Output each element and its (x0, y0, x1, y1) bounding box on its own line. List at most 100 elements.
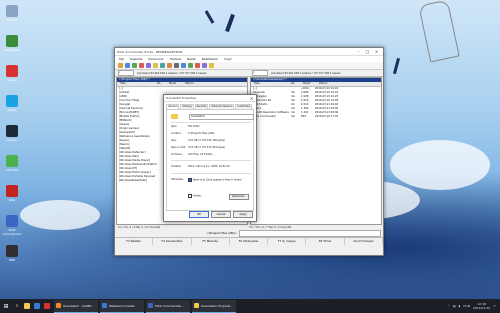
app-icon (24, 303, 30, 309)
toolbar-icon[interactable] (160, 63, 165, 68)
toolbar-icon[interactable] (153, 63, 158, 68)
open-tasks: Overwatch - GAME... Weblead.hu/addi... Tot… (52, 299, 236, 313)
desktop-icon[interactable]: uTorrent (0, 155, 24, 172)
clock[interactable]: 12:18 2016.03.26 (473, 302, 490, 310)
function-key-button[interactable]: F5 Másolás (192, 238, 230, 245)
col-ext[interactable]: Kit. (155, 82, 167, 86)
desktop-icon[interactable]: Skype (0, 95, 24, 112)
minimize-icon[interactable]: – (354, 49, 363, 54)
file-row[interactable]: Total Commander lnk 859 2016.03.16 17:35 (251, 115, 381, 119)
pinned-app[interactable] (32, 299, 42, 313)
desktop-icon[interactable]: Opera (0, 65, 24, 82)
function-key-button[interactable]: Alt+F4 Kilépés (345, 238, 383, 245)
desktop-icon-label: Steam (7, 138, 17, 142)
desktop-icon[interactable]: Lomtár (0, 5, 24, 22)
taskbar-task[interactable]: Weblead.hu/addi... (100, 299, 144, 313)
dialog-title-bar[interactable]: Overwatch Properties × (164, 95, 256, 102)
toolbar-icon[interactable] (146, 63, 151, 68)
desktop-icon[interactable]: Total Commander (0, 215, 24, 236)
left-drive-select[interactable]: c (118, 70, 134, 76)
function-key-button[interactable]: F4 Szerkesztés (153, 238, 192, 245)
start-button[interactable]: ⊞ (0, 299, 12, 313)
toolbar-icon[interactable] (202, 63, 207, 68)
network-icon[interactable]: ▤ (453, 304, 456, 308)
volume-icon[interactable]: ◖ (459, 304, 461, 308)
desktop-icon-label: Skype (7, 108, 17, 112)
app-icon (6, 245, 18, 257)
read-only-checkbox[interactable] (188, 178, 192, 182)
toolbar-icon[interactable] (174, 63, 179, 68)
app-icon (44, 303, 50, 309)
app-icon (148, 303, 153, 308)
taskbar-task[interactable]: Overwatch Properti... (192, 299, 236, 313)
title-bar[interactable]: Total Commander 8.51a - NEMREGISZTRÁLT –… (115, 48, 383, 56)
toolbar-icon[interactable] (195, 63, 200, 68)
wallpaper-cloud (390, 140, 490, 190)
dialog-title: Overwatch Properties (166, 96, 197, 100)
col-size[interactable]: Méret (301, 82, 317, 86)
toolbar-icon[interactable] (139, 63, 144, 68)
close-icon[interactable]: × (372, 49, 381, 54)
desktop-icon[interactable]: Rizs (0, 185, 24, 202)
col-date[interactable]: Dátum (183, 82, 193, 86)
menu-item[interactable]: Nézet (187, 57, 196, 61)
menu-item[interactable]: Kijelölés (130, 57, 142, 61)
col-name[interactable]: ↑Név (117, 82, 155, 86)
properties-dialog[interactable]: Overwatch Properties × General Sharing Sec… (163, 94, 257, 222)
system-tray: ⌃ ▤ ◖ HUN 12:18 2016.03.26 ▭ (447, 302, 500, 310)
toolbar (115, 62, 383, 70)
pinned-app[interactable] (22, 299, 32, 313)
toolbar-icon[interactable] (209, 63, 214, 68)
pinned-app[interactable] (42, 299, 52, 313)
function-key-button[interactable]: F3 Nézőke (115, 238, 154, 245)
toolbar-icon[interactable] (132, 63, 137, 68)
function-key-button[interactable]: F7 Új mappa (268, 238, 307, 245)
taskbar-task[interactable]: Total Commander ... (146, 299, 190, 313)
desktop-icon-label: OBS (8, 258, 16, 262)
taskbar-task-label: Weblead.hu/addi... (109, 303, 138, 308)
advanced-button[interactable]: Advanced... (229, 194, 249, 200)
attributes-row: Attributes: Read-only (Only applies to f… (171, 178, 255, 182)
col-name[interactable]: ↑Név (251, 82, 289, 86)
pinned-apps (22, 299, 52, 313)
maximize-icon[interactable]: □ (363, 49, 372, 54)
toolbar-icon[interactable] (167, 63, 172, 68)
size-on-disk-row: Size on disk: 3,53 GB (3 797 479 424 byt… (171, 146, 255, 149)
desktop-icon[interactable]: Defraggler (0, 35, 24, 52)
menu-item[interactable]: Fájl (119, 57, 124, 61)
col-ext[interactable]: Kit. (289, 82, 301, 86)
app-icon (34, 303, 40, 309)
hidden-checkbox[interactable] (188, 194, 192, 198)
right-panel[interactable]: c:\Users\tamas\Desktop\*.* ↑Név Kit. Mér… (250, 77, 382, 225)
search-icon[interactable]: ⌕ (12, 303, 22, 309)
apply-button[interactable]: Apply (233, 211, 253, 218)
file-size: 859 (301, 115, 306, 118)
desktop-icon[interactable]: Steam (0, 125, 24, 142)
taskbar-task[interactable]: Overwatch - GAME... (54, 299, 98, 313)
toolbar-icon[interactable] (181, 63, 186, 68)
command-input[interactable] (239, 230, 381, 237)
toolbar-icon[interactable] (188, 63, 193, 68)
menu-item[interactable]: Beállítások (202, 57, 218, 61)
type-value: File folder (188, 125, 200, 128)
language-indicator[interactable]: HUN (463, 304, 470, 308)
location-row: Location: C:\Program Files (x86) (171, 132, 255, 135)
col-size[interactable]: Méret (167, 82, 183, 86)
close-icon[interactable]: × (247, 96, 256, 101)
toolbar-icon[interactable] (125, 63, 130, 68)
cancel-button[interactable]: Cancel (211, 211, 231, 218)
ok-button[interactable]: OK (189, 211, 209, 218)
folder-name-field[interactable]: Overwatch (189, 114, 254, 120)
desktop-icon[interactable]: OBS (0, 245, 24, 262)
menu-item[interactable]: Súgó (224, 57, 232, 61)
function-key-button[interactable]: F8 Törlés (306, 238, 345, 245)
menu-item[interactable]: Hálózat (170, 57, 181, 61)
read-only-label: Read-only (Only applies to files in fold… (193, 178, 242, 182)
col-date[interactable]: Dátum (317, 82, 327, 86)
right-drive-select[interactable]: c (252, 70, 268, 76)
notifications-icon[interactable]: ▭ (493, 304, 496, 308)
chevron-up-icon[interactable]: ⌃ (447, 304, 450, 308)
function-key-button[interactable]: F6 Áthelyezés (230, 238, 269, 245)
menu-item[interactable]: Parancsok (148, 57, 163, 61)
toolbar-icon[interactable] (118, 63, 123, 68)
